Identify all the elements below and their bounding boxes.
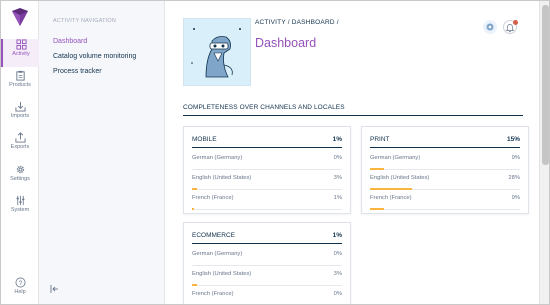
breadcrumb[interactable]: ACTIVITY / DASHBOARD / xyxy=(255,19,339,26)
channel-percent: 1% xyxy=(332,136,342,143)
sidebar-item-label: Settings xyxy=(10,176,30,182)
card-header: MOBILE 1% xyxy=(192,136,342,148)
sidebar-item-label: Imports xyxy=(10,113,30,119)
sidebar-item-label: Activity xyxy=(12,51,30,57)
locale-label: German (Germany) xyxy=(192,155,243,161)
locale-label: English (United States) xyxy=(192,271,252,277)
locale-value: 0% xyxy=(333,291,342,297)
locale-value: 1% xyxy=(333,195,342,201)
locale-value: 9% xyxy=(511,155,520,161)
channel-card-ecommerce: ECOMMERCE 1% German (Germany) 0% English… xyxy=(183,222,351,304)
sidebar-item-activity[interactable]: Activity xyxy=(1,39,39,67)
section-title: COMPLETENESS OVER CHANNELS AND LOCALES xyxy=(183,104,345,111)
import-tray-icon xyxy=(14,101,26,112)
locale-value: 0% xyxy=(333,251,342,257)
sidebar-item-help[interactable]: ? Help xyxy=(1,277,39,304)
dashboard-grid-icon xyxy=(15,39,27,50)
section-divider xyxy=(183,115,523,116)
channel-card-mobile: MOBILE 1% German (Germany) 0% English (U… xyxy=(183,126,351,214)
locale-label: German (Germany) xyxy=(192,251,243,257)
locale-value: 3% xyxy=(333,271,342,277)
main-sidebar: Activity Products Imports Exports Settin… xyxy=(1,1,39,304)
clipboard-icon xyxy=(15,70,25,81)
sliders-icon xyxy=(16,195,24,206)
collapse-panel-icon[interactable] xyxy=(49,284,59,294)
sidebar-item-settings[interactable]: Settings xyxy=(1,164,39,192)
main-content: ACTIVITY / DASHBOARD / Dashboard COMPLET… xyxy=(165,1,539,304)
locale-row: French (France) 0% xyxy=(192,286,342,304)
page-title: Dashboard xyxy=(255,36,317,50)
locale-row: German (Germany) 0% xyxy=(192,150,342,170)
locale-row: English (United States) 3% xyxy=(192,170,342,190)
subnav-item-catalog-volume-monitoring[interactable]: Catalog volume monitoring xyxy=(53,53,136,60)
sidebar-item-label: Products xyxy=(9,82,31,88)
locale-value: 9% xyxy=(511,195,520,201)
app-window: Activity Products Imports Exports Settin… xyxy=(0,0,550,305)
locale-label: French (France) xyxy=(192,195,234,201)
channel-card-print: PRINT 15% German (Germany) 9% English (U… xyxy=(361,126,529,214)
locale-row: English (United States) 3% xyxy=(192,266,342,286)
sidebar-item-products[interactable]: Products xyxy=(1,70,39,98)
locale-row: German (Germany) 0% xyxy=(192,246,342,266)
scrollbar-thumb[interactable] xyxy=(542,5,549,165)
help-center-button[interactable] xyxy=(483,20,497,34)
channel-name: MOBILE xyxy=(192,136,217,143)
locale-label: French (France) xyxy=(192,291,234,297)
logo-icon[interactable] xyxy=(10,7,30,27)
page-scrollbar[interactable] xyxy=(539,1,549,304)
subnav-item-dashboard[interactable]: Dashboard xyxy=(53,38,87,45)
locale-value: 3% xyxy=(333,175,342,181)
help-circle-icon: ? xyxy=(15,277,25,288)
channel-percent: 15% xyxy=(506,136,520,143)
help-bubble-icon xyxy=(486,23,494,31)
channel-name: PRINT xyxy=(370,136,390,143)
sidebar-item-exports[interactable]: Exports xyxy=(1,132,39,160)
sidebar-item-system[interactable]: System xyxy=(1,195,39,223)
subnav-title: ACTIVITY NAVIGATION xyxy=(53,18,117,24)
activity-navigation: ACTIVITY NAVIGATION Dashboard Catalog vo… xyxy=(39,1,165,304)
locale-label: English (United States) xyxy=(370,175,430,181)
notification-badge xyxy=(513,20,518,25)
locale-row: English (United States) 28% xyxy=(370,170,520,190)
sidebar-item-imports[interactable]: Imports xyxy=(1,101,39,129)
locale-value: 28% xyxy=(508,175,520,181)
channel-name: ECOMMERCE xyxy=(192,232,235,239)
locale-value: 0% xyxy=(333,155,342,161)
locale-row: French (France) 9% xyxy=(370,190,520,210)
locale-label: German (Germany) xyxy=(370,155,421,161)
locale-progress-bar xyxy=(192,208,194,210)
card-header: ECOMMERCE 1% xyxy=(192,232,342,244)
dashboard-illustration xyxy=(183,18,251,86)
locale-row: German (Germany) 9% xyxy=(370,150,520,170)
locale-label: English (United States) xyxy=(192,175,252,181)
sidebar-item-label: Help xyxy=(14,289,26,295)
card-header: PRINT 15% xyxy=(370,136,520,148)
locale-row: French (France) 1% xyxy=(192,190,342,210)
svg-text:?: ? xyxy=(18,280,22,287)
locale-label: French (France) xyxy=(370,195,412,201)
sidebar-item-label: System xyxy=(10,207,30,213)
export-tray-icon xyxy=(14,132,26,143)
locale-progress-bar xyxy=(370,208,384,210)
gear-icon xyxy=(16,165,24,174)
subnav-item-process-tracker[interactable]: Process tracker xyxy=(53,68,102,75)
sidebar-item-label: Exports xyxy=(10,144,30,150)
channel-percent: 1% xyxy=(332,232,342,239)
mascot-icon xyxy=(191,28,241,78)
